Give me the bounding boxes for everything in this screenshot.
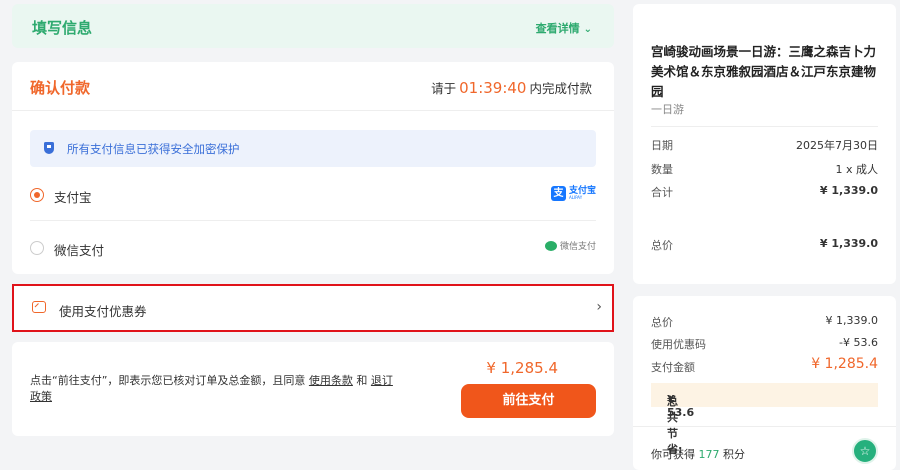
summary-row-date: 日期 2025年7月30日 [651,137,878,153]
breakdown-row-coupon: 使用优惠码 -¥ 53.6 [651,336,878,352]
agreement-text: 点击“前往支付”，即表示您已核对订单及总金额，且同意 使用条款 和 退订政策 [30,373,400,405]
points-value: 177 [698,448,720,461]
date-label: 日期 [651,139,673,152]
timer-prefix: 请于 [431,81,457,96]
pay-button[interactable]: 前往支付 [461,384,596,418]
payment-timer: 请于 01:39:40 内完成付款 [431,78,592,97]
summary-row-total: 总价 ¥ 1,339.0 [651,237,878,253]
total-price: ¥ 1,285.4 [486,359,558,377]
coupon-row[interactable]: 使用支付优惠券 › [12,284,614,332]
coupon-label: 使用支付优惠券 [59,304,147,319]
view-details-link[interactable]: 查看详情 ⌄ [536,20,592,36]
summary-row-quantity: 数量 1 x 成人 [651,161,878,177]
pay-amount-label: 支付金额 [651,361,695,374]
wechat-logo: 微信支付 [544,239,596,252]
view-details-label: 查看详情 [535,22,580,35]
pay-amount-value: ¥ 1,285.4 [811,356,878,372]
payment-card: 确认付款 请于 01:39:40 内完成付款 所有支付信息已获得安全加密保护 支付宝… [12,62,614,274]
agreement-prefix: 点击“前往支付”，即表示您已核对订单及总金额，且同意 [30,374,306,387]
quantity-label: 数量 [651,163,673,176]
saving-badge: 总共节省: ¥ 53.6 [651,383,878,456]
timer-countdown: 01:39:40 [459,79,527,97]
alipay-radio[interactable] [30,188,44,202]
wechat-label: 微信支付 [54,243,105,258]
coupon-discount-value: -¥ 53.6 [839,336,878,349]
alipay-logo-text: 支付宝 [568,186,596,196]
summary-row-subtotal: 合计 ¥ 1,339.0 [651,184,878,200]
alipay-logo: 支 支付宝 ALIPAY [550,186,596,201]
wechat-logo-text: 微信支付 [559,242,596,252]
fill-info-bar: 填写信息 查看详情 ⌄ [12,4,614,48]
breakdown-total-value: ¥ 1,339.0 [825,314,878,327]
divider [651,126,878,127]
chevron-down-icon: ⌄ [583,24,592,35]
breakdown-row-total: 总价 ¥ 1,339.0 [651,314,878,330]
coupon-discount-label: 使用优惠码 [651,338,706,351]
product-name: 宫崎骏动画场景一日游：三鹰之森吉卜力美术馆＆东京雅叙园酒店＆江戸东京建物园 [651,44,877,99]
alipay-label: 支付宝 [54,190,92,205]
points-prefix: 你可获得 [651,448,695,461]
timer-suffix: 内完成付款 [529,81,592,96]
wechat-icon [544,240,557,251]
points-medal-icon: ☆ [852,438,878,464]
fill-info-title: 填写信息 [32,19,93,37]
breakdown-row-pay: 支付金额 ¥ 1,285.4 [651,356,878,375]
payment-option-alipay[interactable]: 支付宝 支 支付宝 ALIPAY [30,176,596,221]
terms-link[interactable]: 使用条款 [309,374,353,387]
security-notice-text: 所有支付信息已获得安全加密保护 [67,142,240,156]
order-summary-card: 宫崎骏动画场景一日游：三鹰之森吉卜力美术馆＆东京雅叙园酒店＆江戸东京建物园 一日… [633,4,896,284]
payment-option-wechat[interactable]: 微信支付 微信支付 [30,229,596,269]
checkout-footer: 点击“前往支付”，即表示您已核对订单及总金额，且同意 使用条款 和 退订政策 ¥… [12,342,614,436]
divider [633,426,896,427]
product-type: 一日游 [651,103,684,116]
total-value: ¥ 1,339.0 [819,237,878,250]
saving-value: ¥ 53.6 [667,393,695,419]
agreement-and: 和 [356,374,368,387]
chevron-right-icon: › [596,299,602,315]
date-value: 2025年7月30日 [796,139,878,152]
alipay-logo-sub: ALIPAY [568,195,583,200]
points-suffix: 积分 [723,448,745,461]
price-breakdown-card: 总价 ¥ 1,339.0 使用优惠码 -¥ 53.6 支付金额 ¥ 1,285.4 总… [633,296,896,470]
wechat-radio[interactable] [30,241,44,255]
subtotal-label: 合计 [651,186,673,199]
coupon-icon [32,301,46,313]
total-label: 总价 [651,239,673,252]
subtotal-value: ¥ 1,339.0 [819,184,878,197]
quantity-value: 1 x 成人 [835,163,878,176]
payment-title: 确认付款 [30,79,91,97]
divider [12,110,614,111]
shield-icon [44,142,54,154]
security-notice: 所有支付信息已获得安全加密保护 [30,130,596,167]
alipay-icon: 支 [550,186,566,201]
points-text: 你可获得 177 积分 [651,446,745,462]
breakdown-total-label: 总价 [651,316,673,329]
